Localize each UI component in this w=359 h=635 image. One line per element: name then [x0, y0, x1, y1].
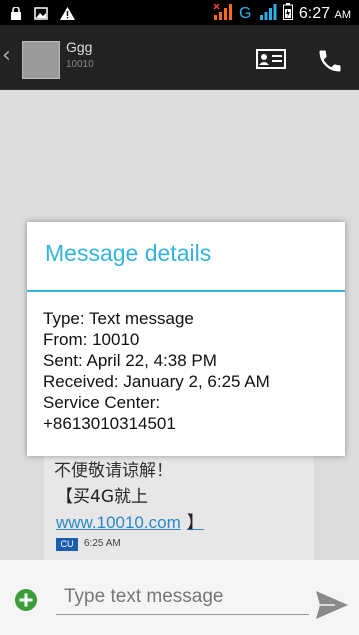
chevron-left-icon[interactable]: ‹ — [2, 43, 11, 68]
svg-text:G: G — [239, 5, 251, 20]
clock-time: 6:27 — [298, 4, 331, 22]
conversation-action-bar: ‹ Ggg 10010 — [0, 25, 359, 90]
dialog-body: Type: Text message From: 10010 Sent: Apr… — [43, 308, 335, 434]
message-link-text[interactable]: www.10010.com — [56, 513, 181, 532]
detail-from: From: 10010 — [43, 330, 140, 349]
message-time: 6:25 AM — [84, 538, 121, 549]
signal-strength-icon-2 — [259, 3, 277, 24]
avatar[interactable] — [22, 41, 60, 79]
message-link-suffix: 】 — [186, 513, 204, 532]
dialog-title: Message details — [45, 240, 212, 266]
message-text-line: 【买4G就上 — [56, 487, 148, 507]
status-bar: G 6:27 AM — [0, 0, 359, 25]
network-g-icon: G — [239, 4, 253, 24]
add-attachment-icon[interactable] — [14, 588, 38, 616]
detail-sent: Sent: April 22, 4:38 PM — [43, 351, 217, 370]
image-icon — [34, 5, 48, 24]
signal-strength-icon — [213, 2, 233, 24]
message-composer — [0, 560, 359, 635]
detail-received: Received: January 2, 6:25 AM — [43, 372, 270, 391]
send-icon[interactable] — [315, 590, 349, 624]
message-link[interactable]: www.10010.com 】 — [56, 508, 204, 533]
clock-ampm: AM — [334, 8, 352, 21]
clock: 6:27 AM — [299, 5, 351, 23]
contact-number: 10010 — [66, 59, 94, 70]
detail-type: Type: Text message — [43, 309, 194, 328]
message-details-dialog: Message details Type: Text message From:… — [27, 222, 345, 456]
contact-name: Ggg — [66, 39, 93, 55]
compose-message-input[interactable] — [56, 580, 309, 615]
sim-badge: CU — [56, 538, 78, 551]
phone-icon[interactable] — [316, 47, 344, 79]
dialog-divider — [27, 290, 345, 292]
warning-icon — [60, 5, 75, 24]
detail-service-center-number: +8613010314501 — [43, 414, 176, 433]
lock-icon — [10, 5, 22, 24]
battery-icon — [282, 3, 293, 24]
message-text-line: 不便敬请谅解！ — [54, 461, 173, 481]
detail-service-center-label: Service Center: — [43, 393, 161, 412]
contact-card-icon[interactable] — [256, 49, 286, 73]
